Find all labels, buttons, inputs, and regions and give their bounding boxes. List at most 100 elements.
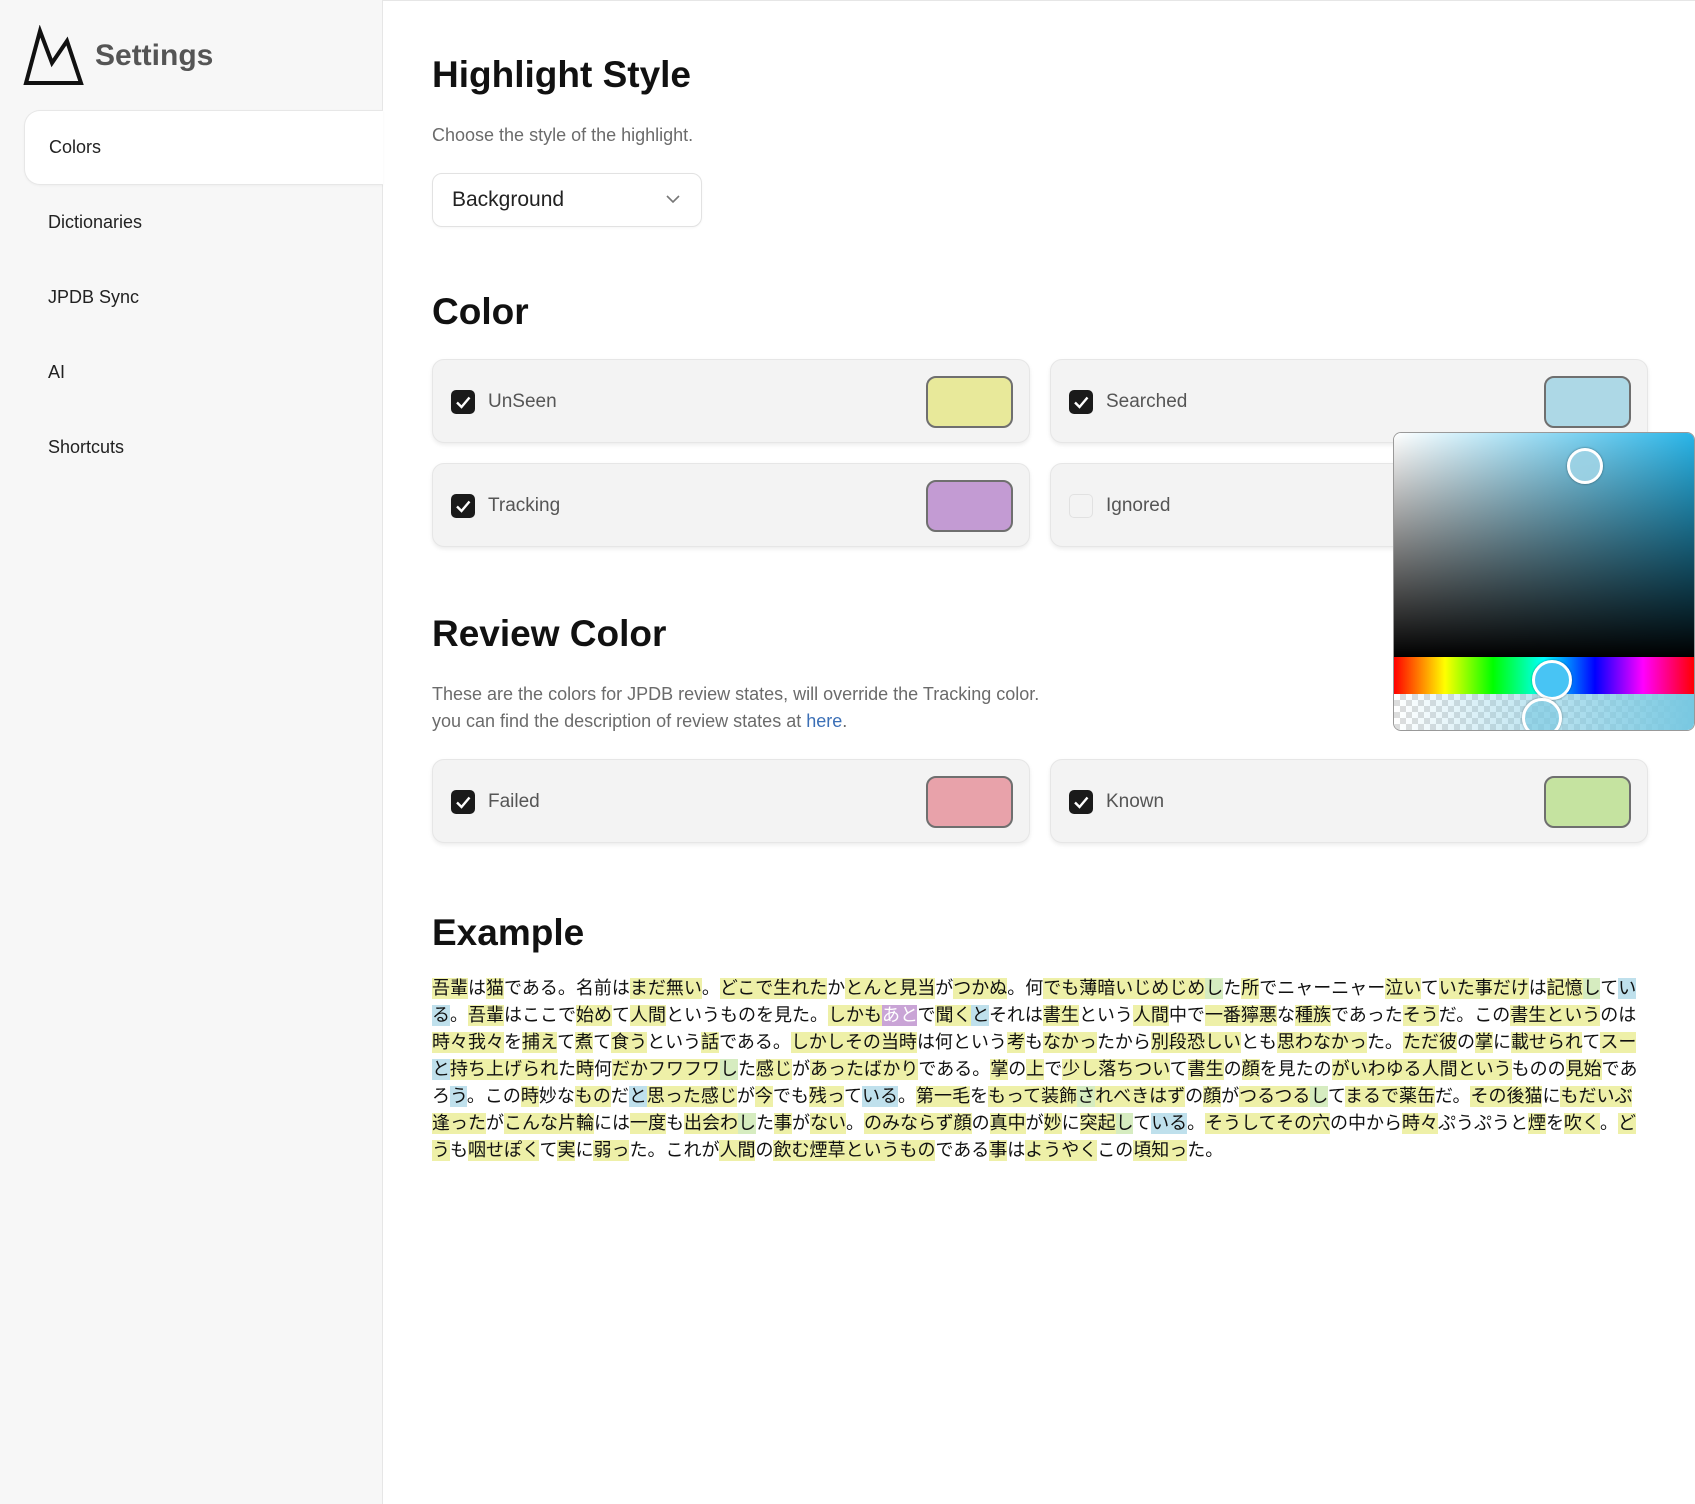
highlighted-word: とんと	[845, 978, 900, 999]
sidebar-item-jpdb-sync[interactable]: JPDB Sync	[24, 260, 383, 335]
plain-text: て	[1420, 978, 1439, 999]
highlighted-word: 薄暗い	[1079, 978, 1134, 999]
check-icon	[456, 796, 471, 809]
plain-text: 。	[1600, 1113, 1619, 1134]
highlighted-word: 実	[557, 1140, 576, 1161]
highlighted-word: 思った	[646, 1086, 701, 1107]
plain-text: でニャーニャー	[1259, 978, 1386, 999]
highlight-style-select[interactable]: Background	[432, 173, 702, 227]
highlighted-word: のみならず	[864, 1113, 954, 1134]
plain-text: 妙	[538, 1086, 557, 1107]
highlighted-word: れ	[1095, 1086, 1114, 1107]
highlighted-word: つるつる	[1239, 1086, 1311, 1107]
plain-text: た	[558, 1059, 576, 1080]
highlighted-word: 残っ	[808, 1086, 845, 1107]
highlighted-word: べき	[1113, 1086, 1150, 1107]
highlighted-word: スー	[1600, 1032, 1637, 1053]
review-description-line2: you can find the description of review s…	[432, 708, 1039, 735]
highlighted-word: し	[1582, 978, 1601, 999]
sidebar-item-dictionaries[interactable]: Dictionaries	[24, 185, 383, 260]
color-card-known: Known	[1050, 759, 1648, 843]
highlighted-word: 掌	[1474, 1032, 1493, 1053]
highlighted-word: と	[432, 1059, 450, 1080]
plain-text: て	[844, 1086, 863, 1107]
plain-text: が	[736, 1086, 755, 1107]
highlighted-word: 上	[1026, 1059, 1045, 1080]
highlighted-word: 吹く	[1564, 1113, 1601, 1134]
highlighted-word: じめじめ	[1133, 978, 1206, 999]
alpha-handle[interactable]	[1522, 698, 1562, 730]
highlighted-word: いる	[862, 1086, 899, 1107]
plain-text: を	[1546, 1113, 1565, 1134]
highlighted-word: 恐しい	[1186, 1032, 1241, 1053]
unseen-label: UnSeen	[488, 391, 557, 412]
highlighted-word: 事	[989, 1140, 1008, 1161]
plain-text: である	[935, 1140, 990, 1161]
highlighted-word: 無い	[665, 978, 702, 999]
plain-text: 何	[594, 1059, 612, 1080]
highlighted-word: ただ	[1402, 1032, 1439, 1053]
plain-text: である。	[918, 1059, 991, 1080]
highlighted-word: その	[1470, 1086, 1507, 1107]
review-description-suffix: .	[842, 711, 848, 731]
failed-checkbox[interactable]	[451, 790, 475, 814]
ignored-checkbox[interactable]	[1069, 494, 1093, 518]
unseen-checkbox[interactable]	[451, 390, 475, 414]
highlighted-word: し	[720, 1059, 738, 1080]
sidebar-item-label: Dictionaries	[48, 212, 143, 232]
sidebar-item-label: Colors	[49, 137, 102, 157]
highlighted-word: さ	[1077, 1086, 1096, 1107]
review-states-link[interactable]: here	[806, 711, 842, 731]
highlighted-word: が	[1331, 1059, 1350, 1080]
highlighted-word: 食う	[611, 1032, 648, 1053]
plain-text: を見たの	[1259, 1059, 1332, 1080]
highlighted-word: はず	[1149, 1086, 1186, 1107]
sidebar: Settings Colors Dictionaries JPDB Sync A…	[0, 0, 383, 1504]
highlighted-word: ど	[1618, 1113, 1637, 1134]
sidebar-item-label: AI	[48, 362, 66, 382]
plain-text: た。	[1366, 1032, 1403, 1053]
highlighted-word: し	[1310, 1086, 1328, 1107]
highlighted-word: し	[738, 1113, 756, 1134]
saturation-value-area[interactable]	[1394, 433, 1694, 657]
saturation-handle[interactable]	[1567, 448, 1603, 484]
highlighted-word: 今	[754, 1086, 773, 1107]
highlighted-word: そうして	[1205, 1113, 1277, 1134]
plain-text: で	[1044, 1059, 1063, 1080]
plain-text: て	[539, 1140, 558, 1161]
known-color-swatch[interactable]	[1544, 776, 1631, 828]
known-checkbox[interactable]	[1069, 790, 1093, 814]
highlighted-word: 時々	[432, 1032, 468, 1053]
highlighted-word: 煮	[575, 1032, 594, 1053]
highlighted-word: フワフワ	[648, 1059, 720, 1080]
highlighted-word: 獰悪	[1240, 1005, 1277, 1026]
tracking-color-swatch[interactable]	[926, 480, 1013, 532]
plain-text: の	[1223, 1059, 1242, 1080]
failed-color-swatch[interactable]	[926, 776, 1013, 828]
highlighted-word: 顔	[1203, 1086, 1222, 1107]
highlighted-word: 我々	[468, 1032, 504, 1053]
plain-text: この	[1097, 1140, 1134, 1161]
highlighted-word: られ	[1546, 1032, 1583, 1053]
hue-handle[interactable]	[1532, 660, 1572, 700]
sidebar-item-ai[interactable]: AI	[24, 335, 383, 410]
sidebar-item-shortcuts[interactable]: Shortcuts	[24, 410, 383, 485]
searched-color-swatch[interactable]	[1544, 376, 1631, 428]
highlighted-word: 感じ	[756, 1059, 792, 1080]
highlighted-word: 落ちつい	[1098, 1059, 1170, 1080]
plain-text: が	[792, 1113, 810, 1134]
highlighted-word: ない	[810, 1113, 846, 1134]
plain-text: が	[1221, 1086, 1240, 1107]
highlighted-word: う	[450, 1086, 467, 1107]
unseen-color-swatch[interactable]	[926, 376, 1013, 428]
sidebar-item-colors[interactable]: Colors	[24, 110, 383, 185]
plain-text: に	[1542, 1086, 1561, 1107]
searched-checkbox[interactable]	[1069, 390, 1093, 414]
tracking-checkbox[interactable]	[451, 494, 475, 518]
review-color-description: These are the colors for JPDB review sta…	[432, 681, 1039, 735]
highlighted-word: 感じ	[700, 1086, 737, 1107]
highlighted-word: 人間	[630, 1005, 666, 1026]
plain-text: 。	[1187, 1113, 1206, 1134]
plain-text: た。	[1187, 1140, 1224, 1161]
plain-text: それは	[988, 1005, 1043, 1026]
